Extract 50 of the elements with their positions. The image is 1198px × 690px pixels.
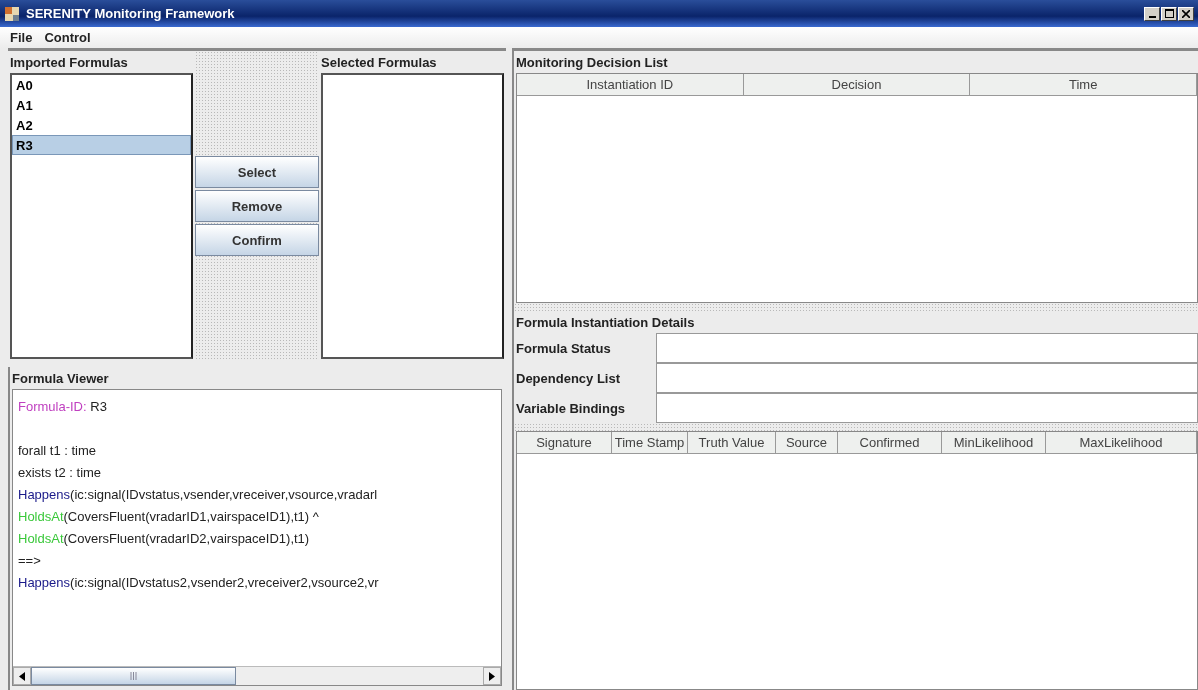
text-field[interactable] bbox=[656, 363, 1198, 393]
column-header[interactable]: Signature bbox=[517, 432, 612, 454]
field-label: Formula Status bbox=[515, 340, 612, 356]
panel-heading: Formula Viewer bbox=[11, 369, 110, 388]
formula-line: ==> bbox=[18, 552, 41, 570]
left-arrow-icon[interactable] bbox=[19, 671, 25, 681]
formula-line: Happens(ic:signal(IDvstatus,vsender,vreceiver,vsource,vradarl bbox=[18, 486, 378, 504]
formula-line: forall t1 : time bbox=[18, 442, 97, 460]
formula-line: exists t2 : time bbox=[18, 464, 102, 482]
formula-line: HoldsAt(CoversFluent(vradarID2,vairspaceID1),t1) bbox=[18, 530, 310, 548]
panel-heading: Monitoring Decision List bbox=[515, 53, 669, 72]
formula-id-line: Formula-ID: R3 bbox=[18, 398, 107, 416]
maximize-icon bbox=[1164, 8, 1174, 18]
close-button[interactable] bbox=[1178, 6, 1194, 21]
formula-line: Happens(ic:signal(IDvstatus2,vsender2,vreceiver2,vsource2,vr bbox=[18, 574, 379, 592]
minimize-button[interactable] bbox=[1144, 6, 1160, 21]
horizontal-scrollbar[interactable] bbox=[13, 666, 501, 685]
app-icon bbox=[4, 5, 20, 22]
list-item[interactable]: R3 bbox=[12, 135, 191, 155]
minimize-icon bbox=[1148, 15, 1156, 18]
panel-heading: Imported Formulas bbox=[9, 53, 129, 72]
window-title: SERENITY Monitoring Framework bbox=[26, 6, 236, 21]
list-item[interactable]: A0 bbox=[12, 75, 191, 95]
list-item[interactable]: A2 bbox=[12, 115, 191, 135]
action-button[interactable]: Select bbox=[195, 156, 319, 188]
menu-item[interactable]: Control bbox=[44, 30, 91, 45]
column-header[interactable]: Time Stamp bbox=[612, 432, 688, 454]
field-label: Variable Bindings bbox=[515, 400, 627, 416]
column-header[interactable]: Instantiation ID bbox=[517, 74, 744, 96]
column-header[interactable]: Source bbox=[776, 432, 838, 454]
action-button[interactable]: Remove bbox=[195, 190, 319, 222]
grip-icon bbox=[130, 672, 138, 680]
column-header[interactable]: MinLikelihood bbox=[942, 432, 1046, 454]
maximize-button[interactable] bbox=[1161, 6, 1177, 21]
column-header[interactable]: Decision bbox=[743, 74, 971, 96]
column-header[interactable]: MaxLikelihood bbox=[1046, 432, 1197, 454]
close-icon bbox=[1182, 9, 1190, 18]
column-header[interactable]: Truth Value bbox=[688, 432, 776, 454]
field-label: Dependency List bbox=[515, 370, 622, 386]
right-arrow-icon[interactable] bbox=[489, 671, 495, 681]
panel-heading: Formula Instantiation Details bbox=[515, 313, 696, 332]
formula-line: HoldsAt(CoversFluent(vradarID1,vairspaceID1),t1) ^ bbox=[18, 508, 319, 526]
menu-item[interactable]: File bbox=[10, 30, 33, 45]
text-field[interactable] bbox=[656, 333, 1198, 363]
column-header[interactable]: Confirmed bbox=[838, 432, 942, 454]
panel-heading: Selected Formulas bbox=[320, 53, 438, 72]
action-button[interactable]: Confirm bbox=[195, 224, 319, 256]
column-header[interactable]: Time bbox=[970, 74, 1197, 96]
text-field[interactable] bbox=[656, 393, 1198, 423]
list-item[interactable]: A1 bbox=[12, 95, 191, 115]
